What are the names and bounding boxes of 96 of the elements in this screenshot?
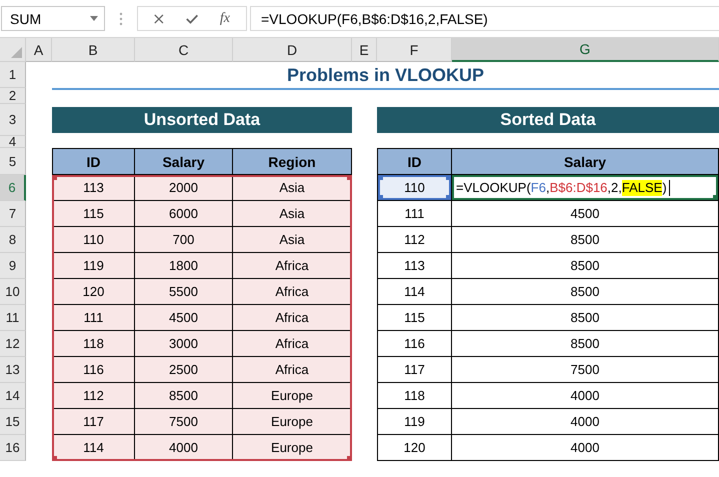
- row-header[interactable]: 1: [0, 62, 26, 88]
- row-header[interactable]: 9: [0, 253, 26, 279]
- text-cursor: [668, 180, 670, 196]
- table-cell: 7500: [135, 409, 233, 435]
- table-cell: Asia: [233, 227, 352, 253]
- row-header[interactable]: 11: [0, 305, 26, 331]
- table-cell: Europe: [233, 435, 352, 461]
- editing-cell[interactable]: =VLOOKUP(F6,B$6:D$16,2,FALSE): [452, 175, 719, 201]
- table-cell: 110: [52, 227, 135, 253]
- cell-value: 110: [404, 180, 425, 195]
- row-header[interactable]: 14: [0, 383, 26, 409]
- table-cell: 120: [52, 279, 135, 305]
- table-cell: 1800: [135, 253, 233, 279]
- row-header[interactable]: 8: [0, 227, 26, 253]
- formula-text: =VLOOKUP(F6,B$6:D$16,2,FALSE): [456, 180, 667, 196]
- table-cell: 4000: [452, 409, 719, 435]
- formula-field[interactable]: =VLOOKUP(F6,B$6:D$16,2,FALSE): [250, 6, 719, 31]
- table-cell: 112: [52, 383, 135, 409]
- table-cell: Europe: [233, 383, 352, 409]
- table-cell: Africa: [233, 305, 352, 331]
- row-header[interactable]: 2: [0, 88, 26, 104]
- table-cell: 116: [52, 357, 135, 383]
- column-header[interactable]: E: [352, 38, 377, 62]
- column-header[interactable]: C: [135, 38, 233, 62]
- table-cell: Asia: [233, 201, 352, 227]
- row-header[interactable]: 5: [0, 148, 26, 175]
- table-cell: 8500: [452, 331, 719, 357]
- name-box-text: SUM: [10, 10, 42, 26]
- column-heading: Salary: [452, 148, 719, 175]
- table-cell: 111: [377, 201, 452, 227]
- table-heading: Sorted Data: [377, 107, 719, 133]
- table-cell: 114: [52, 435, 135, 461]
- table-cell: 115: [52, 201, 135, 227]
- table-cell: Asia: [233, 175, 352, 201]
- table-cell: Africa: [233, 279, 352, 305]
- row-header[interactable]: 15: [0, 409, 26, 435]
- table-cell: 5500: [135, 279, 233, 305]
- table-cell: 119: [377, 409, 452, 435]
- column-header[interactable]: G: [452, 38, 719, 62]
- table-cell: 4000: [452, 435, 719, 461]
- table-cell: 118: [377, 383, 452, 409]
- insert-function-button[interactable]: fx: [220, 10, 230, 26]
- row-header[interactable]: 13: [0, 357, 26, 383]
- name-box[interactable]: SUM: [1, 6, 105, 31]
- sheet-title: Problems in VLOOKUP: [286, 64, 486, 86]
- table-cell: 115: [377, 305, 452, 331]
- column-header[interactable]: A: [26, 38, 52, 62]
- cancel-icon[interactable]: [154, 12, 164, 24]
- dropdown-icon[interactable]: [90, 16, 98, 21]
- table-cell: 4000: [452, 383, 719, 409]
- table-cell: 120: [377, 435, 452, 461]
- table-cell: 700: [135, 227, 233, 253]
- column-header[interactable]: F: [377, 38, 452, 62]
- table-cell: 114: [377, 279, 452, 305]
- table-cell: Europe: [233, 409, 352, 435]
- table-cell: 112: [377, 227, 452, 253]
- column-heading: Salary: [135, 148, 233, 175]
- table-cell: Africa: [233, 357, 352, 383]
- check-icon[interactable]: [186, 12, 198, 24]
- table-cell: 3000: [135, 331, 233, 357]
- row-header[interactable]: 16: [0, 435, 26, 461]
- table-cell: 113: [52, 175, 135, 201]
- table-cell: 113: [377, 253, 452, 279]
- table-cell: 119: [52, 253, 135, 279]
- table-cell: 8500: [452, 305, 719, 331]
- table-cell: 6000: [135, 201, 233, 227]
- row-header[interactable]: 3: [0, 104, 26, 136]
- table-cell: 4000: [135, 435, 233, 461]
- table-cell: 2500: [135, 357, 233, 383]
- column-header[interactable]: D: [233, 38, 352, 62]
- grip-icon: [119, 12, 123, 26]
- table-cell: 111: [52, 305, 135, 331]
- table-cell: 118: [52, 331, 135, 357]
- table-cell: 8500: [452, 279, 719, 305]
- table-cell: 4500: [135, 305, 233, 331]
- table-cell: 8500: [135, 383, 233, 409]
- table-cell: 117: [52, 409, 135, 435]
- table-cell: 116: [377, 331, 452, 357]
- table-cell: 2000: [135, 175, 233, 201]
- column-heading: Region: [233, 148, 352, 175]
- table-cell: Africa: [233, 253, 352, 279]
- table-cell: 4500: [452, 201, 719, 227]
- column-heading: ID: [377, 148, 452, 175]
- table-cell: 117: [377, 357, 452, 383]
- table-cell: 7500: [452, 357, 719, 383]
- column-heading: ID: [52, 148, 135, 175]
- table-cell: 8500: [452, 253, 719, 279]
- row-header[interactable]: 10: [0, 279, 26, 305]
- row-header[interactable]: 4: [0, 136, 26, 148]
- row-header[interactable]: 12: [0, 331, 26, 357]
- table-heading: Unsorted Data: [52, 107, 352, 133]
- row-header[interactable]: 7: [0, 201, 26, 227]
- table-cell: 8500: [452, 227, 719, 253]
- table-cell: Africa: [233, 331, 352, 357]
- row-header[interactable]: 6: [0, 175, 26, 201]
- column-header[interactable]: B: [52, 38, 135, 62]
